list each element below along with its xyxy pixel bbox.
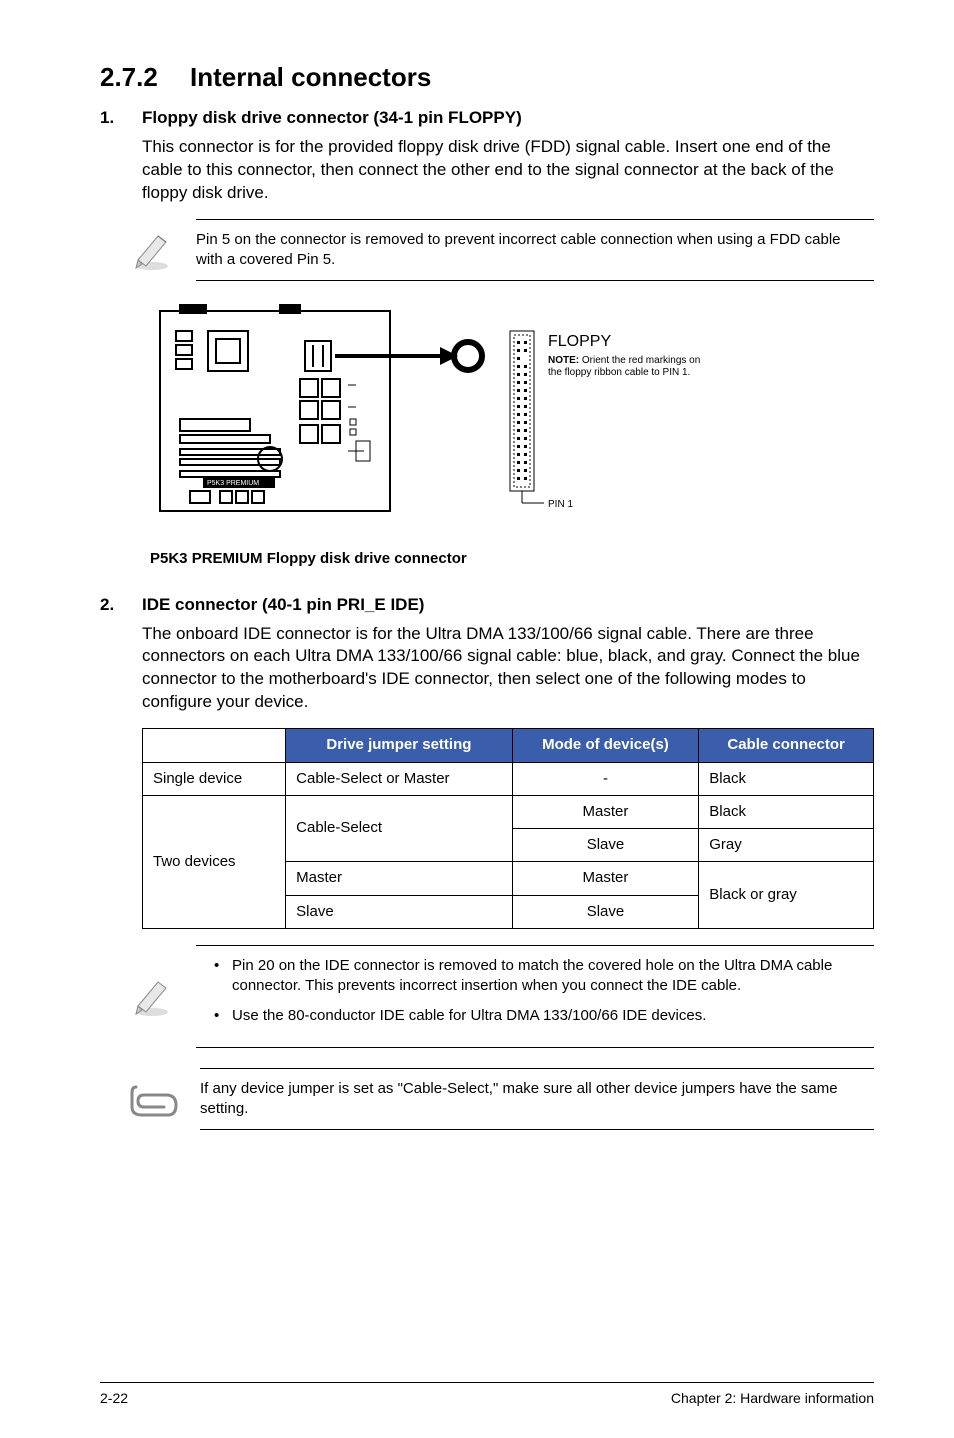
item-1-header: 1. Floppy disk drive connector (34-1 pin… [100, 107, 874, 130]
item-2-title: IDE connector (40-1 pin PRI_E IDE) [142, 594, 424, 617]
cell: Slave [512, 829, 699, 862]
item-1-body: This connector is for the provided flopp… [142, 136, 874, 205]
floppy-figure: P5K3 PREMIUM [150, 301, 874, 531]
item-2-bullets: Pin 20 on the IDE connector is removed t… [196, 945, 874, 1048]
item-2-final-note-text: If any device jumper is set as "Cable-Se… [200, 1068, 874, 1131]
table-row: Two devices Cable-Select Master Black [143, 795, 874, 828]
cell: Cable-Select [286, 795, 513, 862]
th-cable: Cable connector [699, 729, 874, 762]
cell: Master [512, 795, 699, 828]
fig-note-rest-a: Orient the red markings on [582, 355, 700, 366]
page-footer: 2-22 Chapter 2: Hardware information [100, 1382, 874, 1408]
footer-chapter: Chapter 2: Hardware information [671, 1389, 874, 1408]
table-row: Single device Cable-Select or Master - B… [143, 762, 874, 795]
cell: Master [286, 862, 513, 895]
th-mode: Mode of device(s) [512, 729, 699, 762]
item-2-bullets-block: Pin 20 on the IDE connector is removed t… [130, 945, 874, 1048]
paperclip-icon [130, 1079, 178, 1119]
cell: Gray [699, 829, 874, 862]
item-2-body: The onboard IDE connector is for the Ult… [142, 623, 874, 715]
fig-note-bold: NOTE: [548, 355, 579, 366]
fig-note-rest-b: the floppy ribbon cable to PIN 1. [548, 367, 690, 378]
list-item: Use the 80-conductor IDE cable for Ultra… [214, 1006, 870, 1026]
item-1-note-block: Pin 5 on the connector is removed to pre… [130, 219, 874, 282]
cell: Black or gray [699, 862, 874, 929]
footer-page-number: 2-22 [100, 1389, 128, 1408]
item-1-number: 1. [100, 107, 142, 130]
cell: Cable-Select or Master [286, 762, 513, 795]
cell: Slave [512, 895, 699, 928]
cell: Slave [286, 895, 513, 928]
fig-pin1-label: PIN 1 [548, 499, 573, 510]
svg-text:P5K3 PREMIUM: P5K3 PREMIUM [207, 480, 259, 487]
cell: Black [699, 762, 874, 795]
item-2-final-note-block: If any device jumper is set as "Cable-Se… [130, 1068, 874, 1131]
pencil-icon [130, 228, 174, 272]
item-2-header: 2. IDE connector (40-1 pin PRI_E IDE) [100, 594, 874, 617]
drive-jumper-table: Drive jumper setting Mode of device(s) C… [142, 728, 874, 929]
section-heading: 2.7.2Internal connectors [100, 60, 874, 95]
item-1-title: Floppy disk drive connector (34-1 pin FL… [142, 107, 522, 130]
svg-text:NOTE: Orient the red markings: NOTE: Orient the red markings on [548, 355, 700, 366]
cell: Master [512, 862, 699, 895]
list-item: Pin 20 on the IDE connector is removed t… [214, 956, 870, 997]
fig-floppy-label: FLOPPY [548, 333, 611, 350]
pencil-icon [130, 974, 174, 1018]
figure-caption: P5K3 PREMIUM Floppy disk drive connector [150, 549, 874, 569]
item-1-note-text: Pin 5 on the connector is removed to pre… [196, 219, 874, 282]
cell: - [512, 762, 699, 795]
table-row: Drive jumper setting Mode of device(s) C… [143, 729, 874, 762]
section-title: Internal connectors [190, 62, 431, 92]
cell: Two devices [143, 795, 286, 928]
th-drive-jumper: Drive jumper setting [286, 729, 513, 762]
section-number: 2.7.2 [100, 60, 190, 95]
cell: Single device [143, 762, 286, 795]
item-2-number: 2. [100, 594, 142, 617]
cell: Black [699, 795, 874, 828]
